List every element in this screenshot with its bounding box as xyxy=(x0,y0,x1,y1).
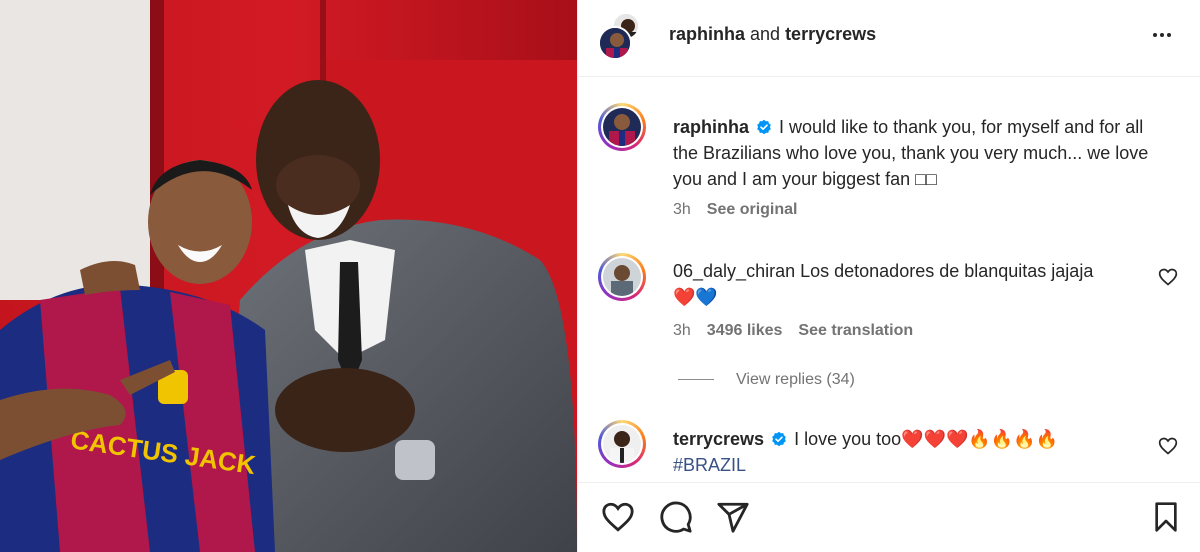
caption-username[interactable]: raphinha xyxy=(673,117,749,137)
verified-badge-icon xyxy=(757,119,771,135)
verified-badge-icon xyxy=(772,431,786,447)
more-options-icon xyxy=(1153,33,1171,37)
comment-item: 06_daly_chiran Los detonadores de blanqu… xyxy=(598,253,1178,348)
comment-username[interactable]: 06_daly_chiran xyxy=(673,261,795,281)
view-replies-button[interactable]: View replies (34) xyxy=(678,371,855,389)
post-actions-bar xyxy=(578,482,1200,552)
caption-time[interactable]: 3h xyxy=(673,201,691,218)
replies-divider xyxy=(678,379,714,381)
comment-avatar-image xyxy=(603,258,641,296)
comment-meta: 3h 3496 likes See translation xyxy=(673,322,929,340)
collab-avatars[interactable] xyxy=(598,12,646,62)
post-header: raphinha and terrycrews xyxy=(578,0,1200,77)
comment-likes[interactable]: 3496 likes xyxy=(707,322,783,339)
comment-emoji: ❤️💙 xyxy=(673,287,718,307)
heart-icon[interactable] xyxy=(1158,267,1178,287)
heart-icon[interactable] xyxy=(1158,436,1178,456)
comment-button[interactable] xyxy=(658,499,694,535)
caption: raphinha I would like to thank you, for … xyxy=(598,103,1178,223)
comment-body: Los detonadores de blanquitas jajaja xyxy=(800,261,1094,281)
see-translation-link[interactable]: See translation xyxy=(798,322,913,339)
caption-text: raphinha I would like to thank you, for … xyxy=(673,114,1163,192)
share-button[interactable] xyxy=(715,499,751,535)
post-detail-panel: raphinha and terrycrews raphinha I would… xyxy=(577,0,1200,552)
view-replies-label: View replies (34) xyxy=(736,371,855,388)
post-photo-illustration: CACTUS JACK xyxy=(0,0,577,552)
comment-body: I love you too❤️❤️❤️🔥🔥🔥🔥 xyxy=(794,429,1059,449)
hashtag-link[interactable]: #BRAZIL xyxy=(673,455,746,475)
header-connector: and xyxy=(745,24,786,44)
header-username-terrycrews[interactable]: terrycrews xyxy=(785,24,876,44)
comment-text: 06_daly_chiran Los detonadores de blanqu… xyxy=(673,258,1163,310)
comment-text: terrycrews I love you too❤️❤️❤️🔥🔥🔥🔥 #BRA… xyxy=(673,426,1163,478)
comment-username[interactable]: terrycrews xyxy=(673,429,764,449)
caption-meta: 3h See original xyxy=(673,201,814,219)
post-collab-title: raphinha and terrycrews xyxy=(669,24,876,45)
more-options-button[interactable] xyxy=(1147,20,1177,50)
comment-time[interactable]: 3h xyxy=(673,322,691,339)
comment-avatar[interactable] xyxy=(598,253,646,301)
comment-avatar-image xyxy=(603,425,641,463)
heart-icon xyxy=(602,502,634,532)
avatar-raphinha-image xyxy=(600,28,630,58)
post-photo: CACTUS JACK xyxy=(0,0,577,552)
caption-avatar[interactable] xyxy=(598,103,646,151)
comment-icon xyxy=(660,501,692,533)
comment-item: terrycrews I love you too❤️❤️❤️🔥🔥🔥🔥 #BRA… xyxy=(598,420,1178,480)
caption-avatar-image xyxy=(603,108,641,146)
see-original-link[interactable]: See original xyxy=(707,201,798,218)
comment-avatar[interactable] xyxy=(598,420,646,468)
save-button[interactable] xyxy=(1148,499,1184,535)
bookmark-icon xyxy=(1155,502,1177,532)
avatar-raphinha[interactable] xyxy=(598,26,632,60)
send-icon xyxy=(717,502,749,533)
header-username-raphinha[interactable]: raphinha xyxy=(669,24,745,44)
like-button[interactable] xyxy=(600,499,636,535)
